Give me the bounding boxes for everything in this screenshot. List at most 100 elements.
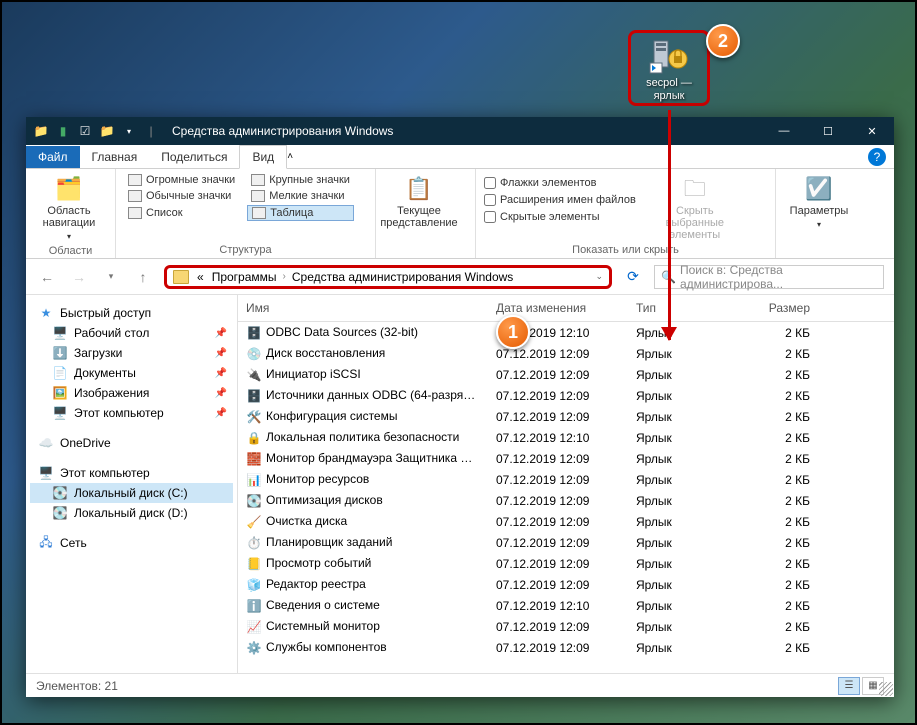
current-view-button[interactable]: 📋Текущее представление: [384, 173, 454, 229]
folder-icon-2: 📁: [98, 122, 116, 140]
navigation-sidebar[interactable]: ★Быстрый доступ 🖥️Рабочий стол📌 ⬇️Загруз…: [26, 295, 238, 673]
file-icon: 🧱: [246, 451, 262, 467]
close-button[interactable]: ✕: [850, 117, 894, 145]
network-icon: 🖧: [38, 536, 54, 550]
tab-file[interactable]: Файл: [26, 146, 80, 168]
refresh-button[interactable]: ⟳: [622, 268, 644, 285]
sidebar-item-quickaccess[interactable]: ★Быстрый доступ: [30, 303, 233, 323]
chevron-down-icon: ▾: [67, 231, 71, 243]
group-showhide-label: Показать или скрыть: [484, 242, 767, 256]
table-row[interactable]: 💽Оптимизация дисков07.12.2019 12:09Ярлык…: [238, 490, 894, 511]
layout-list[interactable]: Список: [124, 205, 239, 221]
qat-dropdown-icon[interactable]: ▾: [120, 122, 138, 140]
sidebar-item-documents[interactable]: 📄Документы📌: [30, 363, 233, 383]
chevron-right-icon[interactable]: ›: [281, 271, 288, 282]
column-size[interactable]: Размер: [738, 295, 818, 321]
layout-huge[interactable]: Огромные значки: [124, 173, 239, 187]
sidebar-item-pictures[interactable]: 🖼️Изображения📌: [30, 383, 233, 403]
pin-icon: 📌: [215, 388, 227, 399]
sidebar-item-desktop[interactable]: 🖥️Рабочий стол📌: [30, 323, 233, 343]
table-row[interactable]: 📒Просмотр событий07.12.2019 12:09Ярлык2 …: [238, 553, 894, 574]
layout-normal[interactable]: Обычные значки: [124, 189, 239, 203]
desktop-shortcut-label: secpol — ярлык: [631, 77, 707, 103]
sidebar-item-disk-d[interactable]: 💽Локальный диск (D:): [30, 503, 233, 523]
table-row[interactable]: 🔒Локальная политика безопасности07.12.20…: [238, 427, 894, 448]
titlebar[interactable]: 📁 ▮ ☑ 📁 ▾ | Средства администрирования W…: [26, 117, 894, 145]
check-hidden-items[interactable]: Скрытые элементы: [484, 211, 636, 223]
table-row[interactable]: 🗄️Источники данных ODBC (64-разрядна...0…: [238, 385, 894, 406]
explorer-window: 📁 ▮ ☑ 📁 ▾ | Средства администрирования W…: [26, 117, 894, 697]
status-text: Элементов: 21: [36, 679, 118, 693]
folder-icon: 📁: [32, 122, 50, 140]
sidebar-item-disk-c[interactable]: 💽Локальный диск (C:): [30, 483, 233, 503]
breadcrumb[interactable]: « Программы › Средства администрирования…: [164, 265, 612, 289]
file-icon: 💿: [246, 346, 262, 362]
breadcrumb-programs[interactable]: Программы: [208, 270, 281, 284]
star-icon: ★: [38, 306, 54, 320]
table-row[interactable]: 🗄️ODBC Data Sources (32-bit)07.12.2019 1…: [238, 322, 894, 343]
maximize-button[interactable]: ☐: [806, 117, 850, 145]
column-type[interactable]: Тип: [628, 295, 738, 321]
column-name[interactable]: Имя: [238, 295, 488, 321]
file-icon: 📒: [246, 556, 262, 572]
check-item-checkboxes[interactable]: Флажки элементов: [484, 177, 636, 189]
table-row[interactable]: 🛠️Конфигурация системы07.12.2019 12:09Яр…: [238, 406, 894, 427]
table-row[interactable]: ⏱️Планировщик заданий07.12.2019 12:09Ярл…: [238, 532, 894, 553]
tab-view[interactable]: Вид: [239, 145, 287, 169]
column-headers[interactable]: Имя Дата изменения Тип Размер: [238, 295, 894, 322]
layout-large[interactable]: Крупные значки: [247, 173, 354, 187]
file-icon: 📊: [246, 472, 262, 488]
address-bar-row: ← → ▾ ↑ « Программы › Средства администр…: [26, 259, 894, 295]
window-title: Средства администрирования Windows: [166, 124, 762, 138]
layout-small[interactable]: Мелкие значки: [247, 189, 354, 203]
recent-locations-button[interactable]: ▾: [100, 266, 122, 288]
search-placeholder: Поиск в: Средства администрирова...: [680, 263, 877, 291]
tab-home[interactable]: Главная: [80, 146, 150, 168]
table-row[interactable]: 🔌Инициатор iSCSI07.12.2019 12:09Ярлык2 К…: [238, 364, 894, 385]
desktop-shortcut-secpol[interactable]: secpol — ярлык: [628, 30, 710, 106]
status-bar: Элементов: 21 ☰ ▦: [26, 673, 894, 697]
sidebar-item-network[interactable]: 🖧Сеть: [30, 533, 233, 553]
sidebar-item-thispc[interactable]: 🖥️Этот компьютер: [30, 463, 233, 483]
table-row[interactable]: 📊Монитор ресурсов07.12.2019 12:09Ярлык2 …: [238, 469, 894, 490]
sidebar-item-thispc-pinned[interactable]: 🖥️Этот компьютер📌: [30, 403, 233, 423]
table-row[interactable]: 💿Диск восстановления07.12.2019 12:09Ярлы…: [238, 343, 894, 364]
breadcrumb-admintools[interactable]: Средства администрирования Windows: [288, 270, 517, 284]
collapse-ribbon-icon[interactable]: ˄: [287, 151, 293, 162]
table-row[interactable]: 🧱Монитор брандмауэра Защитника Win...07.…: [238, 448, 894, 469]
sidebar-item-onedrive[interactable]: ☁️OneDrive: [30, 433, 233, 453]
tab-share[interactable]: Поделиться: [149, 146, 239, 168]
up-button[interactable]: ↑: [132, 266, 154, 288]
drive-icon: 💽: [52, 486, 68, 500]
view-details-button[interactable]: ☰: [838, 677, 860, 695]
chevron-down-icon: ▾: [817, 219, 821, 231]
table-row[interactable]: ℹ️Сведения о системе07.12.2019 12:10Ярлы…: [238, 595, 894, 616]
pin-icon: 📌: [215, 348, 227, 359]
sidebar-item-downloads[interactable]: ⬇️Загрузки📌: [30, 343, 233, 363]
file-icon: 🗄️: [246, 325, 262, 341]
group-layout-label: Структура: [124, 242, 367, 256]
cloud-icon: ☁️: [38, 436, 54, 450]
table-row[interactable]: 🧹Очистка диска07.12.2019 12:09Ярлык2 КБ: [238, 511, 894, 532]
table-row[interactable]: ⚙️Службы компонентов07.12.2019 12:09Ярлы…: [238, 637, 894, 658]
table-row[interactable]: 🧊Редактор реестра07.12.2019 12:09Ярлык2 …: [238, 574, 894, 595]
file-icon: 🔒: [246, 430, 262, 446]
group-areas-label: Области: [34, 243, 107, 257]
file-icon: ⚙️: [246, 640, 262, 656]
options-button[interactable]: ☑️Параметры▾: [784, 173, 854, 231]
minimize-button[interactable]: —: [762, 117, 806, 145]
back-button[interactable]: ←: [36, 266, 58, 288]
navigation-pane-button[interactable]: 🗂️Область навигации▾: [34, 173, 104, 243]
layout-table[interactable]: Таблица: [247, 205, 354, 221]
forward-button[interactable]: →: [68, 266, 90, 288]
help-icon[interactable]: ?: [868, 148, 886, 166]
breadcrumb-dropdown-icon[interactable]: ⌄: [595, 271, 603, 282]
qat-divider: ▮: [54, 122, 72, 140]
search-input[interactable]: 🔍 Поиск в: Средства администрирова...: [654, 265, 884, 289]
qat-props-icon[interactable]: ☑: [76, 122, 94, 140]
file-icon: 📈: [246, 619, 262, 635]
resize-grip[interactable]: [879, 682, 893, 696]
check-file-extensions[interactable]: Расширения имен файлов: [484, 194, 636, 206]
annotation-arrow: [668, 110, 671, 340]
table-row[interactable]: 📈Системный монитор07.12.2019 12:09Ярлык2…: [238, 616, 894, 637]
